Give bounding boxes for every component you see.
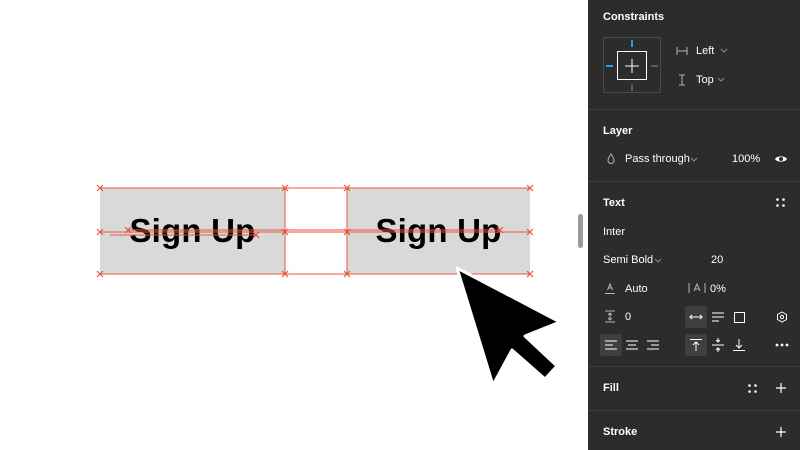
- line-height-input[interactable]: Auto: [625, 283, 648, 295]
- layer-section: Layer Pass through 100%: [588, 110, 800, 182]
- auto-width-icon: [689, 314, 703, 320]
- layer-title: Layer: [603, 125, 633, 137]
- vertical-constraint-value[interactable]: Top: [696, 74, 714, 86]
- letter-spacing-input[interactable]: 0%: [710, 283, 726, 295]
- align-bottom-button[interactable]: [728, 334, 750, 356]
- auto-width-button[interactable]: [685, 306, 707, 328]
- text-title: Text: [603, 197, 625, 209]
- constraint-widget[interactable]: [603, 37, 661, 93]
- chevron-down-icon[interactable]: [654, 258, 662, 264]
- fixed-size-icon: [734, 312, 745, 323]
- paragraph-spacing-icon: [605, 310, 615, 323]
- measurement-overlay: [96, 184, 562, 387]
- chevron-down-icon[interactable]: [690, 157, 698, 163]
- design-canvas[interactable]: Sign Up Sign Up: [0, 0, 588, 450]
- guide-lines: [100, 187, 530, 275]
- blend-drop-icon: [607, 153, 615, 164]
- align-center-button[interactable]: [621, 334, 643, 356]
- letter-spacing-icon: [688, 282, 706, 293]
- plus-icon[interactable]: [775, 426, 787, 438]
- more-options-button[interactable]: [771, 334, 793, 356]
- horizontal-constraint-icon: [676, 47, 688, 55]
- styles-grid-icon[interactable]: [776, 198, 785, 207]
- plus-icon[interactable]: [775, 382, 787, 394]
- auto-height-icon: [712, 312, 724, 322]
- text-settings-button[interactable]: [771, 306, 793, 328]
- stroke-section: Stroke: [588, 411, 800, 450]
- align-left-icon: [605, 340, 617, 350]
- canvas-scrollbar[interactable]: [578, 214, 583, 248]
- font-weight-select[interactable]: Semi Bold: [603, 254, 653, 266]
- styles-grid-icon[interactable]: [748, 384, 757, 393]
- paragraph-spacing-input[interactable]: 0: [625, 311, 631, 323]
- constraint-diagram-icon: [606, 40, 658, 91]
- fill-section: Fill: [588, 367, 800, 411]
- align-top-button[interactable]: [685, 334, 707, 356]
- blend-mode-select[interactable]: Pass through: [625, 153, 690, 165]
- font-size-input[interactable]: 20: [711, 254, 723, 266]
- text-settings-icon: [777, 311, 787, 323]
- align-right-icon: [647, 340, 659, 350]
- constraints-section: Constraints Left Top: [588, 0, 800, 110]
- align-right-button[interactable]: [642, 334, 664, 356]
- line-height-icon: [605, 282, 615, 294]
- align-middle-button[interactable]: [707, 334, 729, 356]
- horizontal-constraint-value[interactable]: Left: [696, 45, 714, 57]
- mouse-cursor-icon: [455, 266, 562, 387]
- align-top-icon: [690, 339, 702, 351]
- align-bottom-icon: [733, 339, 745, 351]
- stroke-title: Stroke: [603, 426, 638, 438]
- align-center-icon: [626, 340, 638, 350]
- font-family-select[interactable]: Inter: [603, 226, 625, 238]
- layer-opacity-input[interactable]: 100%: [732, 153, 760, 165]
- constraints-title: Constraints: [603, 11, 665, 23]
- chevron-down-icon[interactable]: [717, 77, 725, 83]
- guide-markers: [96, 184, 534, 278]
- align-middle-icon: [712, 338, 724, 352]
- align-left-button[interactable]: [600, 334, 622, 356]
- fixed-size-button[interactable]: [728, 306, 750, 328]
- auto-height-button[interactable]: [707, 306, 729, 328]
- more-icon: [775, 343, 789, 347]
- chevron-down-icon[interactable]: [720, 48, 728, 54]
- vertical-constraint-icon: [679, 74, 685, 86]
- eye-icon[interactable]: [774, 154, 788, 164]
- design-properties-panel: Constraints Left Top Layer Pass through …: [588, 0, 800, 450]
- fill-title: Fill: [603, 382, 619, 394]
- text-section: Text Inter Semi Bold 20 Auto 0% 0: [588, 182, 800, 367]
